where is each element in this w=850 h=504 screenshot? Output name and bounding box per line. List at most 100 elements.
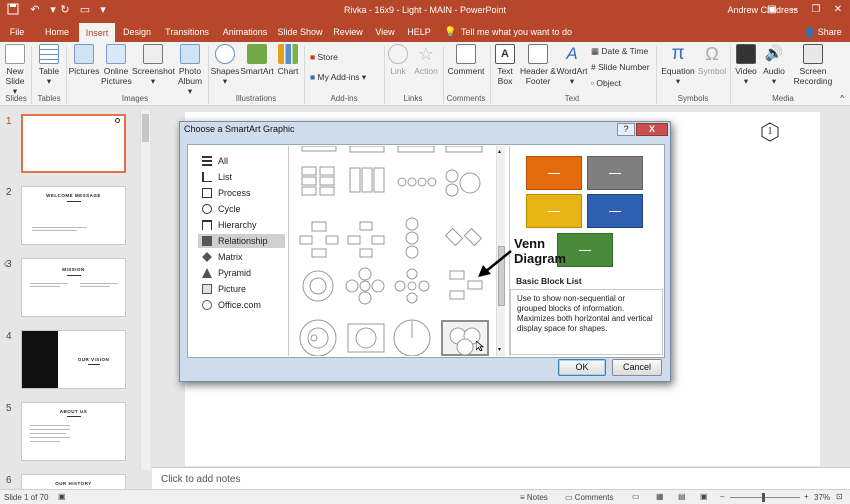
date-time-label: Date & Time — [601, 46, 649, 56]
category-list-item[interactable]: List — [198, 170, 285, 184]
slide-count: Slide 1 of 70 — [4, 493, 49, 502]
screen-recording-button[interactable]: Screen Recording — [790, 44, 836, 86]
tell-me-box[interactable]: Tell me what you want to do — [461, 27, 572, 37]
slide-thumbnail-1[interactable] — [21, 114, 126, 173]
zoom-out-icon[interactable]: – — [720, 492, 724, 501]
share-label: Share — [817, 27, 842, 37]
notes-pane[interactable]: Click to add notes — [152, 467, 850, 489]
slide-sorter-icon[interactable]: ▦ — [656, 492, 664, 501]
tab-insert[interactable]: Insert — [79, 23, 115, 42]
dialog-close-button[interactable]: X — [636, 123, 668, 136]
slide-thumbnail-3[interactable]: MISSION — [21, 258, 126, 317]
slideshow-view-icon[interactable]: ▣ — [700, 492, 708, 501]
comment-button[interactable]: Comment — [446, 44, 486, 76]
scrollbar-thumb[interactable] — [142, 114, 149, 142]
photo-album-button[interactable]: Photo Album ▾ — [175, 44, 205, 96]
ok-button[interactable]: OK — [558, 359, 606, 376]
wordart-icon: A — [566, 44, 578, 63]
mouse-cursor-icon — [475, 340, 485, 352]
preview-block — [526, 194, 582, 228]
chevron-left-icon[interactable]: ‹ — [3, 255, 8, 273]
maximize-icon[interactable]: ❐ — [808, 2, 824, 18]
zoom-slider[interactable] — [730, 497, 800, 498]
normal-view-icon[interactable]: ▭ — [632, 492, 640, 501]
slide-thumbnail-2[interactable]: WELCOME MESSAGE — [21, 186, 126, 245]
close-window-icon[interactable]: ✕ — [830, 2, 846, 18]
picture-icon — [202, 284, 212, 294]
online-pictures-button[interactable]: Online Pictures — [101, 44, 132, 86]
spellcheck-icon[interactable]: ▣ — [58, 492, 66, 501]
text-box-button[interactable]: A Text Box — [492, 44, 518, 86]
group-slides: Slides — [5, 94, 27, 103]
smartart-button[interactable]: SmartArt — [240, 44, 274, 76]
equation-button[interactable]: π Equation ▾ — [660, 44, 696, 87]
slide-thumbnail-4[interactable]: OUR VISION — [21, 330, 126, 389]
slide-thumbnail-6[interactable]: OUR HISTORY — [21, 474, 126, 489]
category-picture[interactable]: Picture — [198, 282, 285, 296]
symbol-button[interactable]: Ω Symbol — [697, 44, 727, 76]
scroll-down-icon[interactable]: ▾ — [498, 346, 501, 353]
category-hierarchy[interactable]: Hierarchy — [198, 218, 285, 232]
category-all[interactable]: All — [198, 154, 285, 168]
store-button[interactable]: ■ Store — [310, 52, 338, 62]
category-label: All — [218, 156, 229, 166]
pyramid-icon — [202, 268, 212, 278]
fit-slide-icon[interactable]: ⊡ — [836, 492, 843, 501]
wordart-button[interactable]: A WordArt ▾ — [556, 44, 588, 86]
slide-thumbnail-5[interactable]: ABOUT US — [21, 402, 126, 461]
tab-home[interactable]: Home — [38, 22, 76, 42]
tab-file[interactable]: File — [2, 22, 32, 42]
header-footer-button[interactable]: Header & Footer — [519, 44, 557, 86]
layout-gallery — [290, 146, 495, 356]
reading-view-icon[interactable]: ▤ — [678, 492, 686, 501]
tab-animations[interactable]: Animations — [218, 22, 272, 42]
tab-design[interactable]: Design — [118, 22, 156, 42]
comments-toggle-label: Comments — [574, 493, 614, 502]
tab-slide-show[interactable]: Slide Show — [276, 22, 324, 42]
table-button[interactable]: Table ▾ — [35, 44, 63, 86]
zoom-level[interactable]: 37% — [814, 493, 830, 502]
preview-block — [587, 156, 643, 190]
thumbnail-scrollbar[interactable] — [140, 110, 150, 470]
slide-title: WELCOME MESSAGE — [46, 193, 101, 198]
chart-button[interactable]: Chart — [276, 44, 300, 76]
help-button[interactable]: ? — [617, 123, 635, 136]
collapse-ribbon-icon[interactable]: ^ — [840, 94, 844, 103]
tab-review[interactable]: Review — [330, 22, 366, 42]
all-icon — [202, 156, 212, 166]
new-slide-button[interactable]: New Slide ▾ — [3, 44, 27, 96]
video-button[interactable]: Video ▾ — [733, 44, 759, 86]
link-button[interactable]: Link — [386, 44, 410, 76]
screenshot-button[interactable]: Screenshot ▾ — [132, 44, 175, 86]
notes-toggle[interactable]: ≡ Notes — [520, 493, 548, 502]
tab-transitions[interactable]: Transitions — [160, 22, 214, 42]
share-button[interactable]: 👤 Share — [804, 27, 842, 38]
audio-button[interactable]: 🔊 Audio ▾ — [761, 44, 787, 86]
category-label: Pyramid — [218, 268, 252, 278]
category-pyramid[interactable]: Pyramid — [198, 266, 285, 280]
date-time-button[interactable]: ▦ Date & Time — [591, 46, 648, 57]
category-office-com[interactable]: Office.com — [198, 298, 285, 312]
zoom-in-icon[interactable]: + — [804, 492, 809, 501]
shapes-button[interactable]: Shapes ▾ — [210, 44, 240, 86]
category-list: All List Process Cycle Hierarchy Relatio… — [189, 146, 289, 356]
my-addins-icon: ■ — [310, 72, 316, 82]
comments-toggle[interactable]: ▭ Comments — [565, 493, 613, 502]
action-button[interactable]: ☆ Action — [412, 44, 440, 76]
cancel-button[interactable]: Cancel — [612, 359, 662, 376]
object-button[interactable]: ▫ Object — [591, 78, 621, 88]
screenshot-label: Screenshot — [132, 66, 175, 76]
ribbon-display-icon[interactable]: ▣ — [764, 2, 780, 18]
category-process[interactable]: Process — [198, 186, 285, 200]
my-addins-button[interactable]: ■ My Add-ins ▾ — [310, 72, 366, 83]
pictures-button[interactable]: Pictures — [68, 44, 100, 76]
zoom-slider-thumb[interactable] — [762, 493, 765, 502]
category-matrix[interactable]: Matrix — [198, 250, 285, 264]
scroll-up-icon[interactable]: ▴ — [498, 148, 501, 155]
slide-number-button[interactable]: # Slide Number — [591, 62, 650, 72]
category-cycle[interactable]: Cycle — [198, 202, 285, 216]
tab-view[interactable]: View — [370, 22, 400, 42]
category-relationship[interactable]: Relationship — [198, 234, 285, 248]
tab-help[interactable]: HELP — [404, 22, 434, 42]
minimize-icon[interactable]: – — [786, 2, 802, 18]
